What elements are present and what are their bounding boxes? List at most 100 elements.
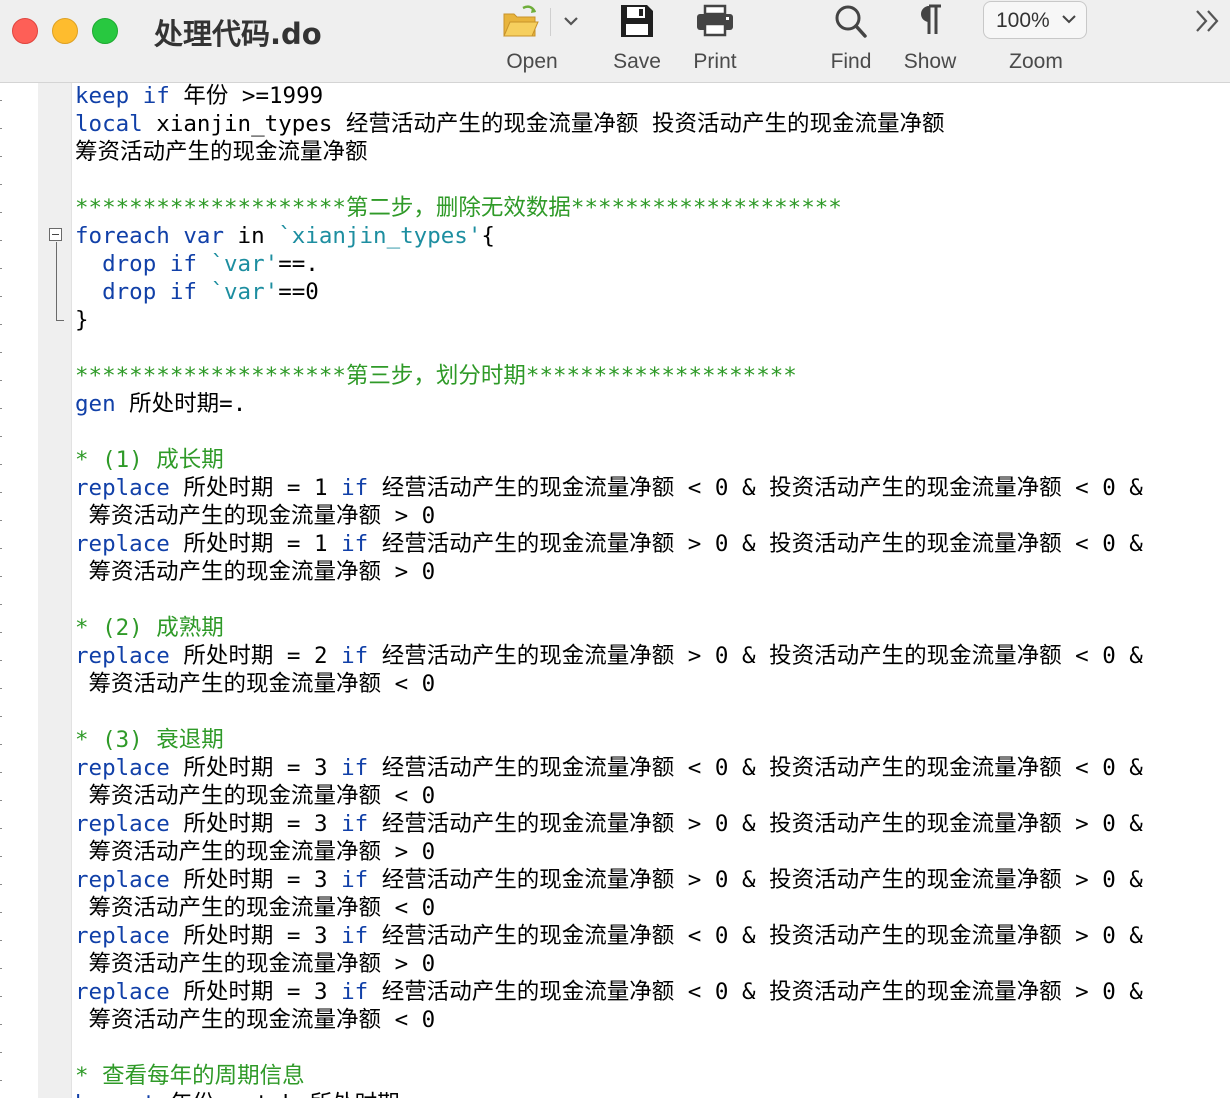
maximize-window-button[interactable] [92, 18, 118, 44]
code-macro: `var' [210, 251, 279, 277]
code-line[interactable]: 筹资活动产生的现金流量净额 > 0 [75, 558, 436, 586]
code-comment: * (2) 成熟期 [75, 615, 224, 641]
code-line[interactable]: 筹资活动产生的现金流量净额 < 0 [75, 1006, 436, 1034]
code-text: 筹资活动产生的现金流量净额 [75, 139, 368, 165]
code-text: 筹资活动产生的现金流量净额 < 0 [75, 895, 436, 921]
code-text: 筹资活动产生的现金流量净额 > 0 [75, 559, 436, 585]
gutter-tick [0, 520, 2, 521]
code-line[interactable]: 筹资活动产生的现金流量净额 < 0 [75, 894, 436, 922]
code-text: 所处时期 = 3 [169, 923, 342, 949]
code-line[interactable]: 筹资活动产生的现金流量净额 < 0 [75, 782, 436, 810]
code-text: 筹资活动产生的现金流量净额 < 0 [75, 1007, 436, 1033]
code-text: 所处时期 = 3 [169, 979, 342, 1005]
code-keyword: if [341, 531, 369, 557]
code-comment: ********************第三步，划分时期************… [75, 363, 797, 389]
code-line[interactable]: drop if `var'==0 [75, 278, 319, 306]
code-keyword: replace [75, 531, 170, 557]
gutter-tick [0, 408, 2, 409]
code-line[interactable]: local xianjin_types 经营活动产生的现金流量净额 投资活动产生… [75, 110, 944, 138]
fold-toggle[interactable] [49, 228, 62, 241]
code-line[interactable]: 筹资活动产生的现金流量净额 [75, 138, 368, 166]
code-keyword: keep [75, 83, 130, 109]
fold-guide-end [56, 320, 64, 321]
code-keyword: if [142, 83, 170, 109]
code-editor[interactable]: keep if 年份 >=1999 local xianjin_types 经营活… [75, 82, 1225, 1098]
title-bar: 处理代码.do Open Save Print Find Show 100% Z… [0, 0, 1230, 83]
code-text: 所处时期 = 3 [169, 811, 342, 837]
code-text: 所处时期 = 1 [169, 475, 342, 501]
code-line[interactable]: drop if `var'==. [75, 250, 319, 278]
code-line[interactable]: gen 所处时期=. [75, 390, 246, 418]
code-text: 所处时期 = 1 [169, 531, 342, 557]
gutter-tick [0, 716, 2, 717]
code-text: 筹资活动产生的现金流量净额 > 0 [75, 951, 436, 977]
code-line[interactable]: * (2) 成熟期 [75, 614, 224, 642]
save-button[interactable]: Save [604, 0, 670, 82]
zoom-label-container: Zoom [994, 0, 1078, 82]
find-button[interactable]: Find [818, 0, 884, 82]
code-line[interactable]: bysort 年份 : tab 所处时期 [75, 1090, 400, 1098]
code-line[interactable]: 筹资活动产生的现金流量净额 < 0 [75, 670, 436, 698]
search-icon [835, 5, 867, 38]
gutter-tick [0, 856, 2, 857]
toolbar-overflow-icon[interactable] [1194, 8, 1222, 34]
code-line[interactable]: replace 所处时期 = 1 if 经营活动产生的现金流量净额 < 0 & … [75, 474, 1143, 502]
code-text: in [224, 223, 279, 249]
gutter-tick [0, 912, 2, 913]
gutter-tick [0, 380, 2, 381]
code-comment: * (1) 成长期 [75, 447, 224, 473]
code-line[interactable]: replace 所处时期 = 3 if 经营活动产生的现金流量净额 > 0 & … [75, 810, 1143, 838]
code-line[interactable]: 筹资活动产生的现金流量净额 > 0 [75, 502, 436, 530]
code-keyword: if [169, 251, 197, 277]
code-text: 筹资活动产生的现金流量净额 < 0 [75, 783, 436, 809]
code-line[interactable]: * 查看每年的周期信息 [75, 1062, 305, 1090]
gutter-tick [0, 548, 2, 549]
close-window-button[interactable] [12, 18, 38, 44]
gutter-tick [0, 212, 2, 213]
code-line[interactable]: ********************第三步，划分时期************… [75, 362, 797, 390]
gutter-tick [0, 800, 2, 801]
print-button[interactable]: Print [682, 0, 748, 82]
code-keyword: if [341, 979, 369, 1005]
gutter-tick [0, 772, 2, 773]
code-text: } [75, 307, 89, 333]
code-keyword: replace [75, 979, 170, 1005]
code-text: ==. [278, 251, 319, 277]
code-text: 经营活动产生的现金流量净额 > 0 & 投资活动产生的现金流量净额 > 0 & [368, 867, 1143, 893]
code-comment: * (3) 衰退期 [75, 727, 224, 753]
window-title: 处理代码.do [154, 17, 322, 51]
code-macro: `var' [210, 279, 279, 305]
code-line[interactable]: replace 所处时期 = 3 if 经营活动产生的现金流量净额 > 0 & … [75, 866, 1143, 894]
gutter-tick [0, 436, 2, 437]
code-line[interactable]: replace 所处时期 = 2 if 经营活动产生的现金流量净额 > 0 & … [75, 642, 1143, 670]
gutter-tick [0, 828, 2, 829]
code-keyword: replace [75, 811, 170, 837]
code-line[interactable]: replace 所处时期 = 3 if 经营活动产生的现金流量净额 < 0 & … [75, 978, 1143, 1006]
code-line[interactable]: replace 所处时期 = 3 if 经营活动产生的现金流量净额 < 0 & … [75, 754, 1143, 782]
code-line[interactable]: keep if 年份 >=1999 [75, 82, 323, 110]
code-line[interactable]: replace 所处时期 = 1 if 经营活动产生的现金流量净额 > 0 & … [75, 530, 1143, 558]
code-line[interactable]: ********************第二步，删除无效数据**********… [75, 194, 842, 222]
code-line[interactable]: replace 所处时期 = 3 if 经营活动产生的现金流量净额 < 0 & … [75, 922, 1143, 950]
code-keyword: local [75, 111, 143, 137]
code-line[interactable]: * (1) 成长期 [75, 446, 224, 474]
chevron-down-icon[interactable] [560, 10, 582, 32]
code-keyword: if [341, 643, 369, 669]
show-button[interactable]: Show [897, 0, 963, 82]
code-line[interactable]: 筹资活动产生的现金流量净额 > 0 [75, 950, 436, 978]
code-macro: `xianjin_types' [278, 223, 482, 249]
code-text: 筹资活动产生的现金流量净额 > 0 [75, 839, 436, 865]
code-line[interactable]: * (3) 衰退期 [75, 726, 224, 754]
open-button[interactable]: Open [496, 0, 568, 82]
gutter-tick [0, 128, 2, 129]
code-line[interactable]: } [75, 306, 89, 334]
minimize-window-button[interactable] [52, 18, 78, 44]
gutter-tick [0, 296, 2, 297]
code-line[interactable]: foreach var in `xianjin_types'{ [75, 222, 495, 250]
code-text: 经营活动产生的现金流量净额 < 0 & 投资活动产生的现金流量净额 > 0 & [368, 923, 1143, 949]
code-line[interactable]: 筹资活动产生的现金流量净额 > 0 [75, 838, 436, 866]
gutter-tick [0, 1052, 2, 1053]
code-keyword: if [341, 475, 369, 501]
